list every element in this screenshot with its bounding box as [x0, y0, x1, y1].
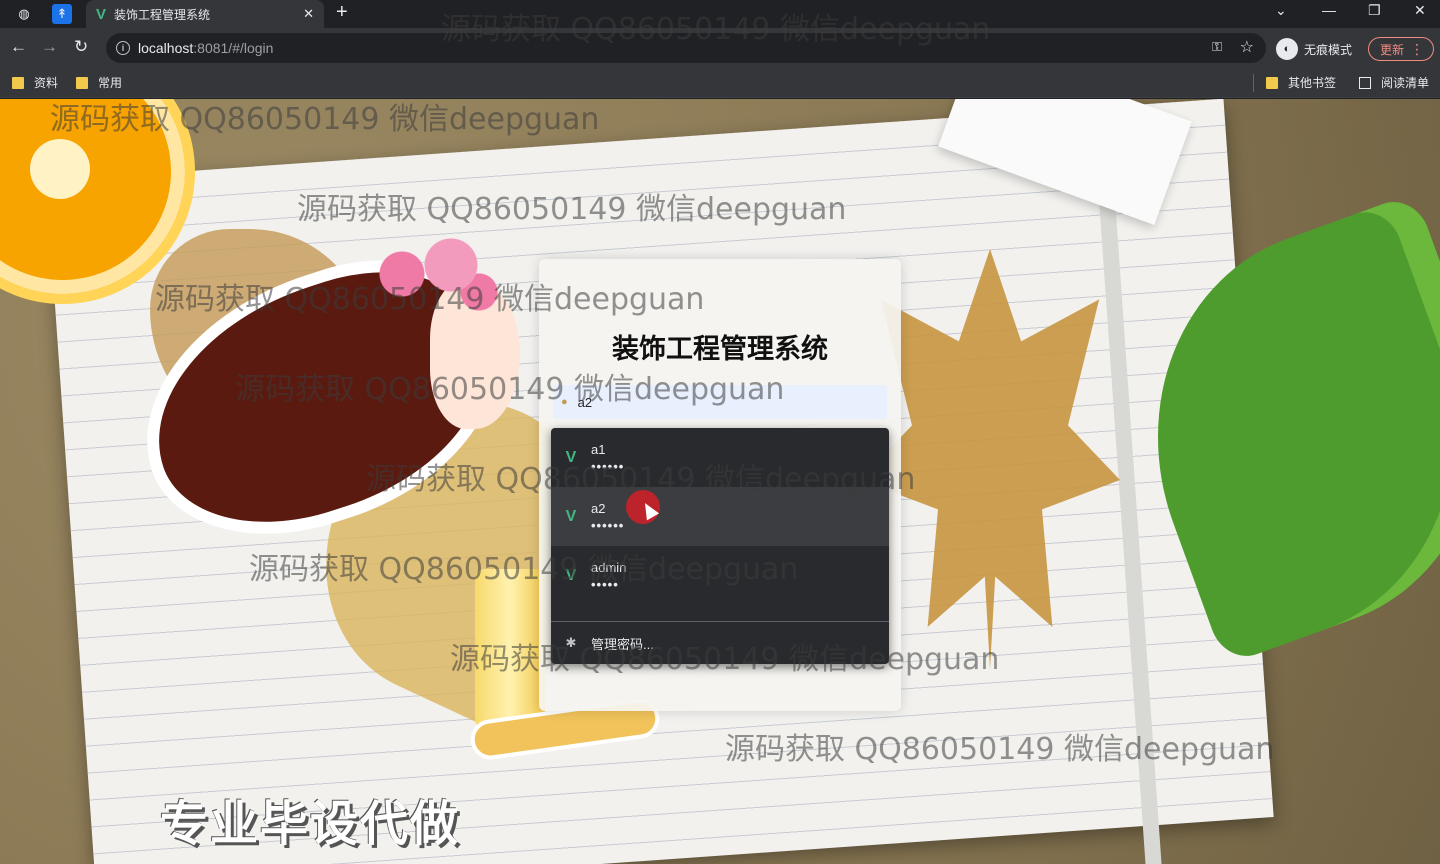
restore-icon[interactable]: ❐: [1368, 2, 1381, 19]
vue-logo-icon: V: [565, 448, 577, 466]
autofill-item-a2[interactable]: V a2 ••••••: [551, 487, 889, 546]
bookmark-label: 资料: [34, 76, 59, 90]
minimize-icon[interactable]: —: [1322, 2, 1336, 18]
tab-close-icon[interactable]: ✕: [303, 6, 314, 22]
address-bar[interactable]: i localhost:8081/#/login ⚿ ☆: [106, 33, 1266, 63]
incognito-label: 无痕模式: [1304, 42, 1353, 57]
other-bookmarks[interactable]: 其他书签: [1266, 74, 1336, 91]
incognito-indicator[interactable]: ◐ 无痕模式: [1276, 38, 1352, 60]
page-title: 装饰工程管理系统: [612, 334, 828, 365]
bookmark-folder-ziliao[interactable]: 资料: [12, 74, 58, 91]
url-host: localhost: [138, 40, 194, 56]
folder-icon: [1266, 76, 1278, 89]
reading-list[interactable]: 阅读清单: [1359, 74, 1429, 91]
reading-list-icon: [1359, 76, 1371, 89]
site-info-icon[interactable]: i: [116, 41, 130, 55]
close-window-icon[interactable]: ✕: [1414, 2, 1426, 19]
bookmark-folder-changyong[interactable]: 常用: [76, 74, 122, 91]
incognito-icon: ◐: [1276, 38, 1298, 60]
autofill-username: a2: [591, 500, 606, 516]
bookmarks-divider: [1253, 74, 1254, 92]
vue-logo-icon: V: [565, 507, 577, 525]
pinned-tab-icon[interactable]: ↟: [52, 4, 72, 24]
autofill-username: admin: [591, 559, 627, 575]
menu-dots-icon[interactable]: ⋮: [1410, 41, 1424, 58]
reload-icon[interactable]: ↻: [74, 37, 88, 57]
password-autofill-dropdown: V a1 •••••• V a2 •••••• V admin ••••• ✱ …: [551, 428, 889, 664]
flowers-illustration: [360, 229, 500, 319]
folder-icon: [12, 76, 24, 89]
vue-logo-icon: V: [96, 5, 107, 23]
autofill-item-a1[interactable]: V a1 ••••••: [551, 428, 889, 487]
tab-active[interactable]: V 装饰工程管理系统 ✕: [86, 0, 324, 28]
username-input[interactable]: ● a2: [553, 385, 887, 419]
slogan-text: 专业毕设代做: [160, 798, 461, 851]
update-button[interactable]: 更新 ⋮: [1368, 37, 1434, 61]
gear-icon: ✱: [565, 635, 577, 650]
back-icon[interactable]: ←: [10, 37, 27, 57]
bookmark-star-icon[interactable]: ☆: [1240, 37, 1254, 57]
bookmark-label: 常用: [98, 76, 123, 90]
user-icon: ●: [561, 396, 568, 408]
username-value: a2: [577, 394, 593, 410]
folder-icon: [76, 76, 88, 89]
tab-strip: ◍ ↟ V 装饰工程管理系统 ✕ + ⌄ — ❐ ✕: [0, 0, 1440, 28]
tab-title: 装饰工程管理系统: [114, 7, 211, 22]
autofill-password: ••••••: [591, 517, 625, 533]
autofill-username: a1: [591, 441, 606, 457]
update-label: 更新: [1380, 42, 1405, 57]
bookmarks-bar: 资料 常用 其他书签 阅读清单: [0, 68, 1440, 98]
password-key-icon[interactable]: ⚿: [1212, 39, 1222, 55]
url-path: :8081/#/login: [193, 40, 274, 56]
manage-passwords-label: 管理密码...: [591, 636, 654, 652]
reading-list-label: 阅读清单: [1381, 76, 1430, 90]
manage-passwords-item[interactable]: ✱ 管理密码...: [551, 622, 889, 664]
autofill-item-admin[interactable]: V admin •••••: [551, 546, 889, 605]
autofill-password: •••••: [591, 576, 619, 592]
vue-logo-icon: V: [565, 566, 577, 584]
new-tab-button[interactable]: +: [336, 1, 348, 24]
login-page: 专业毕设代做 装饰工程管理系统 ● a2 V a1 •••••• V a2 ••…: [0, 99, 1440, 864]
autofill-password: ••••••: [591, 458, 625, 474]
globe-icon[interactable]: ◍: [14, 4, 34, 24]
tab-search-icon[interactable]: ⌄: [1275, 2, 1287, 19]
bottle-image: [475, 569, 545, 729]
forward-icon[interactable]: →: [41, 37, 58, 57]
browser-toolbar: ← → ↻ i localhost:8081/#/login ⚿ ☆ ◐ 无痕模…: [0, 28, 1440, 68]
other-bookmarks-label: 其他书签: [1288, 76, 1337, 90]
